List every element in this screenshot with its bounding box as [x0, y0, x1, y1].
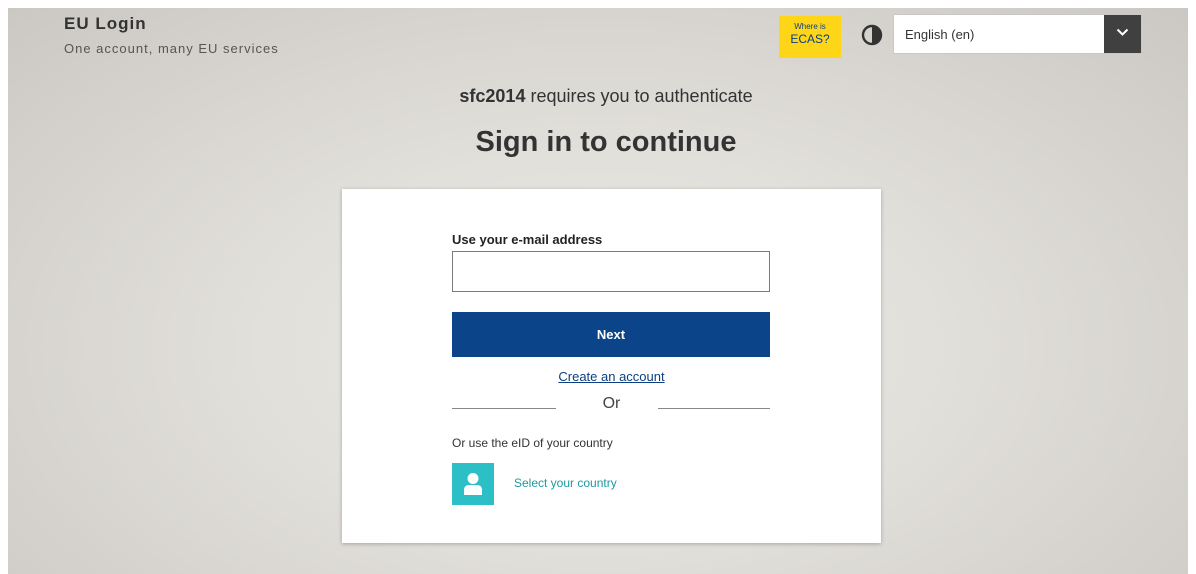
- app-subtitle: One account, many EU services: [64, 41, 279, 56]
- where-is-ecas-button[interactable]: Where is ECAS?: [779, 16, 841, 58]
- user-icon: [452, 463, 494, 505]
- ecas-line2: ECAS?: [790, 32, 830, 46]
- email-label: Use your e-mail address: [452, 232, 603, 247]
- next-button[interactable]: Next: [452, 312, 770, 357]
- email-field[interactable]: [452, 251, 770, 292]
- eid-label: Or use the eID of your country: [452, 436, 613, 450]
- page-title: Sign in to continue: [475, 126, 737, 158]
- auth-message-text: requires you to authenticate: [525, 86, 753, 106]
- page-background: EU Login One account, many EU services W…: [8, 8, 1188, 574]
- app-title: EU Login: [64, 14, 147, 33]
- chevron-down-icon: [1116, 28, 1129, 36]
- language-select[interactable]: English (en): [893, 14, 1142, 54]
- language-selected-value: English (en): [905, 27, 975, 42]
- create-account-link[interactable]: Create an account: [342, 369, 881, 384]
- select-country-button[interactable]: Select your country: [452, 463, 672, 505]
- divider-right: [658, 408, 770, 409]
- select-country-label: Select your country: [514, 476, 617, 490]
- login-card: Use your e-mail address Next Create an a…: [342, 189, 881, 543]
- ecas-line1: Where is: [794, 22, 826, 31]
- or-separator: Or: [602, 395, 621, 412]
- service-name: sfc2014: [459, 86, 526, 106]
- contrast-icon[interactable]: [860, 23, 884, 47]
- auth-message: sfc2014 requires you to authenticate: [8, 86, 1196, 107]
- language-dropdown-toggle[interactable]: [1104, 15, 1141, 53]
